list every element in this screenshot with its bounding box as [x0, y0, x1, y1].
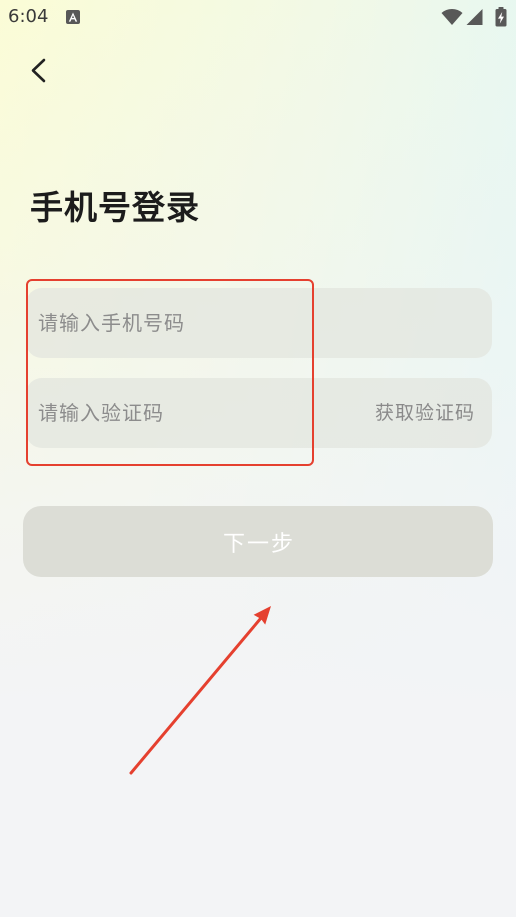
signal-icon	[466, 8, 483, 26]
next-button[interactable]: 下一步	[23, 506, 493, 577]
battery-charging-icon	[495, 7, 507, 27]
chevron-left-icon	[31, 58, 46, 83]
get-code-button[interactable]: 获取验证码	[375, 378, 475, 448]
code-field: 获取验证码	[26, 378, 492, 448]
status-bar: 6:04	[0, 0, 516, 34]
page-title: 手机号登录	[30, 188, 200, 227]
annotation-arrow-shaft	[129, 616, 263, 775]
wifi-icon	[441, 8, 463, 26]
notification-a-icon	[66, 10, 80, 24]
verification-code-input[interactable]	[26, 378, 356, 448]
back-button[interactable]	[24, 54, 54, 88]
annotation-arrow	[120, 595, 285, 785]
annotation-arrow-head	[253, 606, 271, 625]
status-time: 6:04	[8, 6, 49, 27]
phone-field	[26, 288, 492, 358]
phone-input[interactable]	[26, 288, 492, 358]
